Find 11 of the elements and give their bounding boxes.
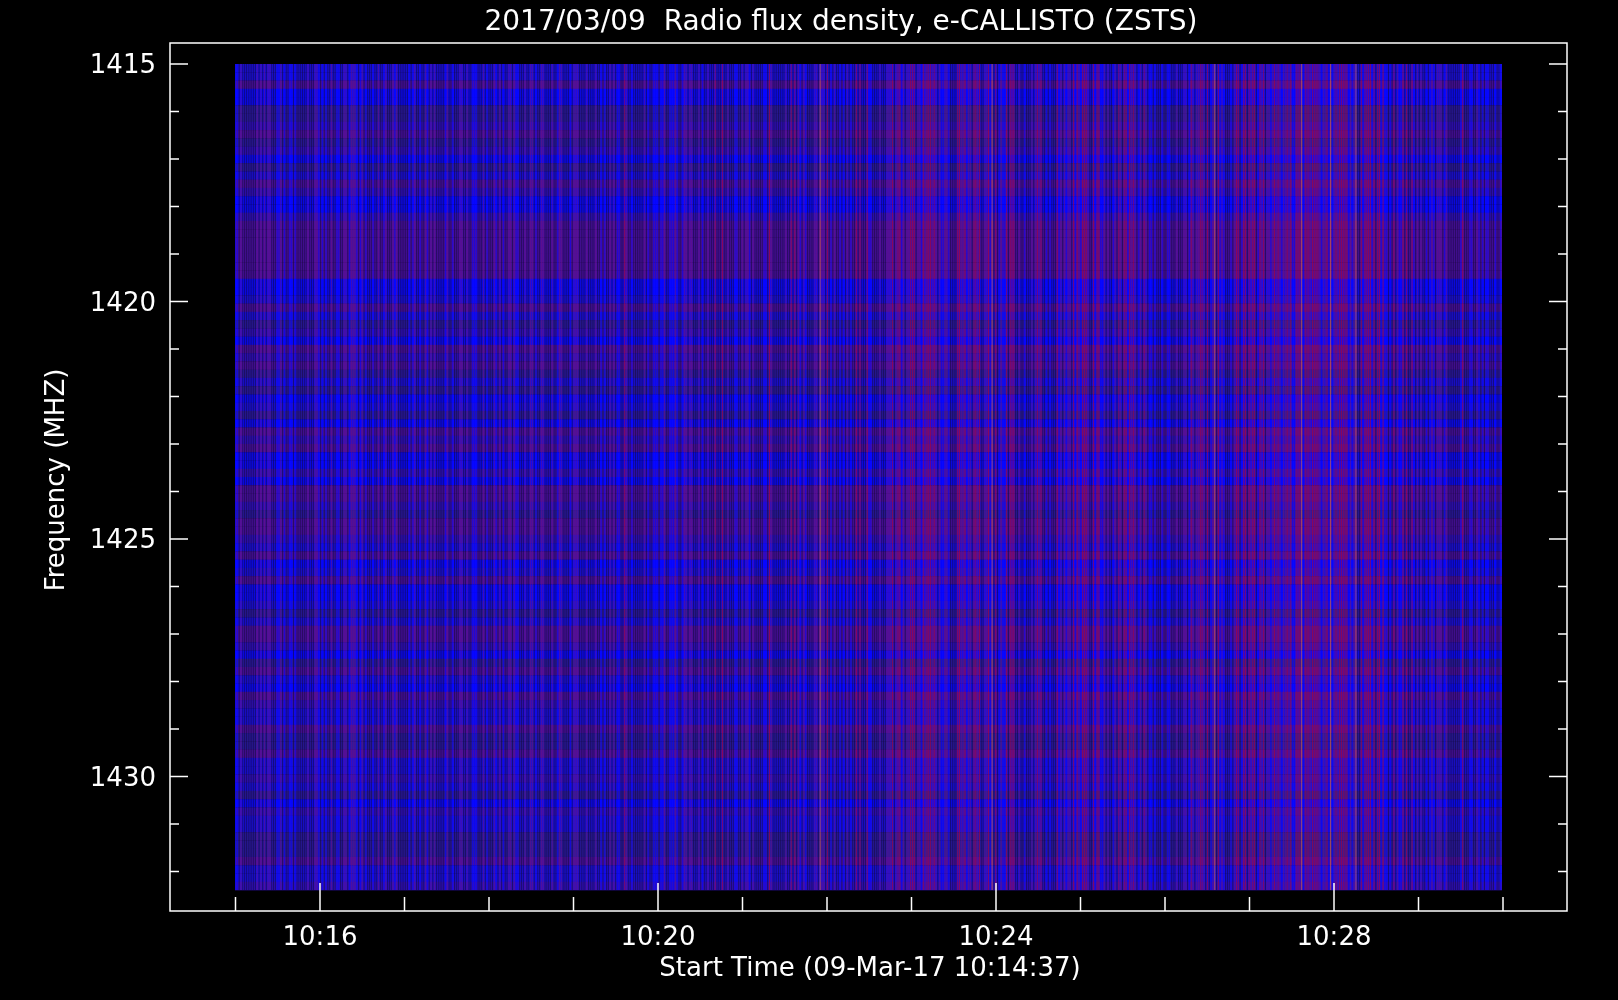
tick-label: 1430	[89, 761, 156, 792]
axis-label: Frequency (MHZ)	[40, 368, 70, 592]
tick-label: 10:16	[282, 921, 358, 951]
tick-label: 1415	[89, 49, 156, 79]
tick-label: 1425	[89, 524, 156, 554]
tick-label: 10:20	[620, 921, 696, 951]
tick-label: 10:28	[1296, 921, 1372, 951]
axis-label: Start Time (09-Mar-17 10:14:37)	[659, 952, 1081, 982]
chart-title: 2017/03/09 Radio flux density, e-CALLISTO (ZSTS)	[484, 4, 1198, 37]
tick-label: 1420	[89, 286, 156, 317]
tick-label: 10:24	[958, 921, 1034, 951]
